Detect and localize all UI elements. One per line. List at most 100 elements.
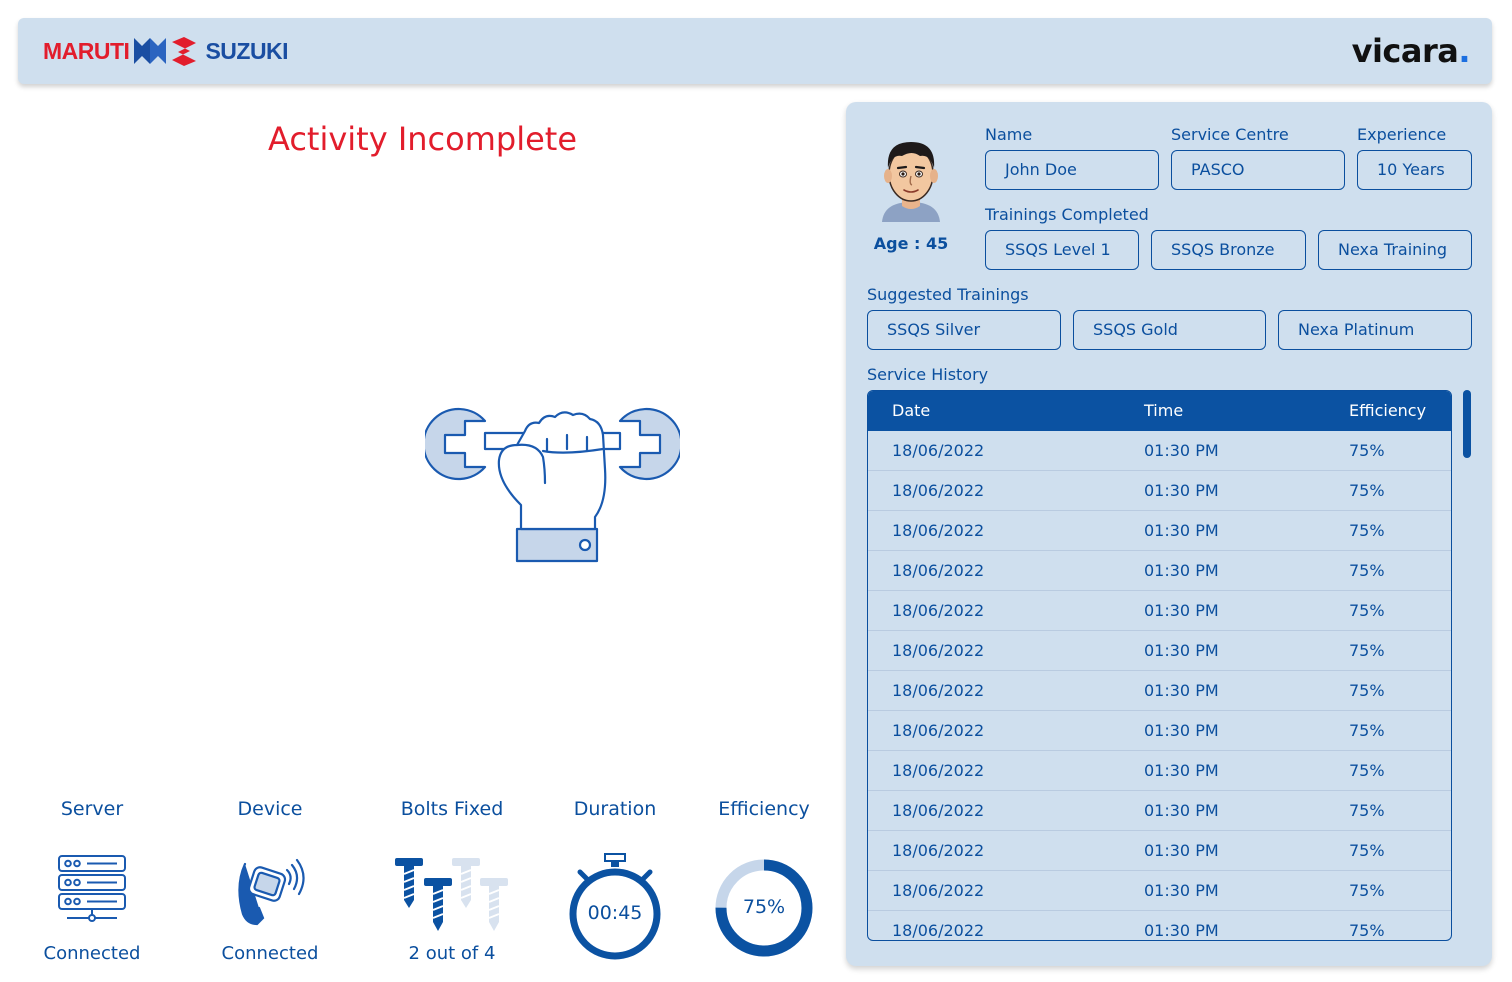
table-row[interactable]: 18/06/2022 01:30 PM 75% [868,551,1451,591]
cell-efficiency: 75% [1349,721,1385,740]
cell-date: 18/06/2022 [892,561,985,580]
cell-date: 18/06/2022 [892,641,985,660]
table-row[interactable]: 18/06/2022 01:30 PM 75% [868,431,1451,471]
cell-date: 18/06/2022 [892,521,985,540]
suggested-training-chip[interactable]: Nexa Platinum [1278,310,1472,350]
training-completed-chip: SSQS Bronze [1151,230,1306,270]
cell-time: 01:30 PM [1144,481,1219,500]
table-row[interactable]: 18/06/2022 01:30 PM 75% [868,791,1451,831]
activity-status-title: Activity Incomplete [267,120,578,158]
cell-efficiency: 75% [1349,681,1385,700]
table-row[interactable]: 18/06/2022 01:30 PM 75% [868,711,1451,751]
service-centre-label: Service Centre [1171,125,1289,144]
trainings-completed-label: Trainings Completed [985,205,1149,224]
table-row[interactable]: 18/06/2022 01:30 PM 75% [868,471,1451,511]
cell-date: 18/06/2022 [892,761,985,780]
duration-value: 00:45 [587,902,643,924]
table-row[interactable]: 18/06/2022 01:30 PM 75% [868,751,1451,791]
cell-efficiency: 75% [1349,441,1385,460]
training-completed-chip: SSQS Level 1 [985,230,1139,270]
column-header-time[interactable]: Time [1144,391,1183,431]
name-label: Name [985,125,1033,144]
table-row[interactable]: 18/06/2022 01:30 PM 75% [868,871,1451,911]
stat-device: Device Connected [215,796,325,964]
table-row[interactable]: 18/06/2022 01:30 PM 75% [868,591,1451,631]
column-header-date[interactable]: Date [892,391,930,431]
column-header-efficiency[interactable]: Efficiency [1349,391,1426,431]
service-centre-field: PASCO [1171,150,1345,190]
cell-date: 18/06/2022 [892,681,985,700]
service-history-label: Service History [867,365,989,384]
cell-date: 18/06/2022 [892,441,985,460]
suggested-training-chip[interactable]: SSQS Silver [867,310,1061,350]
smartwatch-icon [238,858,305,926]
bolt-fixed-1-icon [395,858,423,908]
maruti-wordmark: MARUTI [43,37,130,64]
cell-time: 01:30 PM [1144,761,1219,780]
vicara-wordmark: vicara [1351,32,1459,70]
cell-date: 18/06/2022 [892,841,985,860]
service-history-table: Date Time Efficiency 18/06/2022 01:30 PM 7… [867,390,1452,941]
stat-device-status: Connected [221,943,319,964]
cell-time: 01:30 PM [1144,561,1219,580]
vicara-dot: . [1458,32,1470,70]
technician-panel: Age : 45 Name Service Centre Experience … [846,102,1492,966]
cell-date: 18/06/2022 [892,481,985,500]
stat-efficiency-label: Efficiency [718,798,810,820]
bolt-fixed-2-icon [424,878,452,931]
cell-time: 01:30 PM [1144,681,1219,700]
cell-time: 01:30 PM [1144,881,1219,900]
cell-time: 01:30 PM [1144,601,1219,620]
table-row[interactable]: 18/06/2022 01:30 PM 75% [868,831,1451,871]
cell-efficiency: 75% [1349,921,1385,940]
stat-server: Server Connected [37,796,147,964]
suggested-training-chip[interactable]: SSQS Gold [1073,310,1266,350]
stat-duration: Duration 00:45 [560,796,670,962]
table-row[interactable]: 18/06/2022 01:30 PM 75% [868,671,1451,711]
name-field: John Doe [985,150,1159,190]
table-scrollbar[interactable] [1463,390,1471,458]
cell-efficiency: 75% [1349,481,1385,500]
table-row[interactable]: 18/06/2022 01:30 PM 75% [868,511,1451,551]
bolt-pending-2-icon [480,878,508,931]
table-row[interactable]: 18/06/2022 01:30 PM 75% [868,911,1451,940]
cell-date: 18/06/2022 [892,721,985,740]
cell-time: 01:30 PM [1144,841,1219,860]
hand-holding-wrench-icon [425,407,680,563]
server-icon [58,855,126,922]
app-header: MARUTI SUZUKI vicara. [18,18,1492,84]
cell-date: 18/06/2022 [892,881,985,900]
technician-age: Age : 45 [873,234,949,253]
stat-server-status: Connected [43,943,141,964]
stat-efficiency: Efficiency 75% [710,796,818,960]
bolt-pending-1-icon [452,858,480,908]
cell-time: 01:30 PM [1144,521,1219,540]
maruti-suzuki-emblem-icon [132,35,202,67]
cell-efficiency: 75% [1349,761,1385,780]
cell-date: 18/06/2022 [892,801,985,820]
cell-date: 18/06/2022 [892,921,985,940]
cell-time: 01:30 PM [1144,641,1219,660]
stat-bolts-status: 2 out of 4 [408,943,496,964]
avatar [882,142,940,222]
cell-efficiency: 75% [1349,641,1385,660]
vicara-logo: vicara. [1351,32,1471,70]
cell-efficiency: 75% [1349,561,1385,580]
cell-time: 01:30 PM [1144,801,1219,820]
efficiency-value: 75% [742,896,786,918]
efficiency-gauge: 75% [712,856,816,960]
stat-duration-label: Duration [573,798,657,820]
cell-efficiency: 75% [1349,601,1385,620]
cell-efficiency: 75% [1349,881,1385,900]
cell-time: 01:30 PM [1144,721,1219,740]
table-row[interactable]: 18/06/2022 01:30 PM 75% [868,631,1451,671]
bolts-icon [395,858,508,931]
cell-date: 18/06/2022 [892,601,985,620]
cell-time: 01:30 PM [1144,921,1219,940]
cell-efficiency: 75% [1349,521,1385,540]
stat-server-label: Server [60,798,124,820]
experience-label: Experience [1357,125,1447,144]
stat-bolts-label: Bolts Fixed [400,798,504,820]
training-completed-chip: Nexa Training [1318,230,1472,270]
cell-efficiency: 75% [1349,801,1385,820]
